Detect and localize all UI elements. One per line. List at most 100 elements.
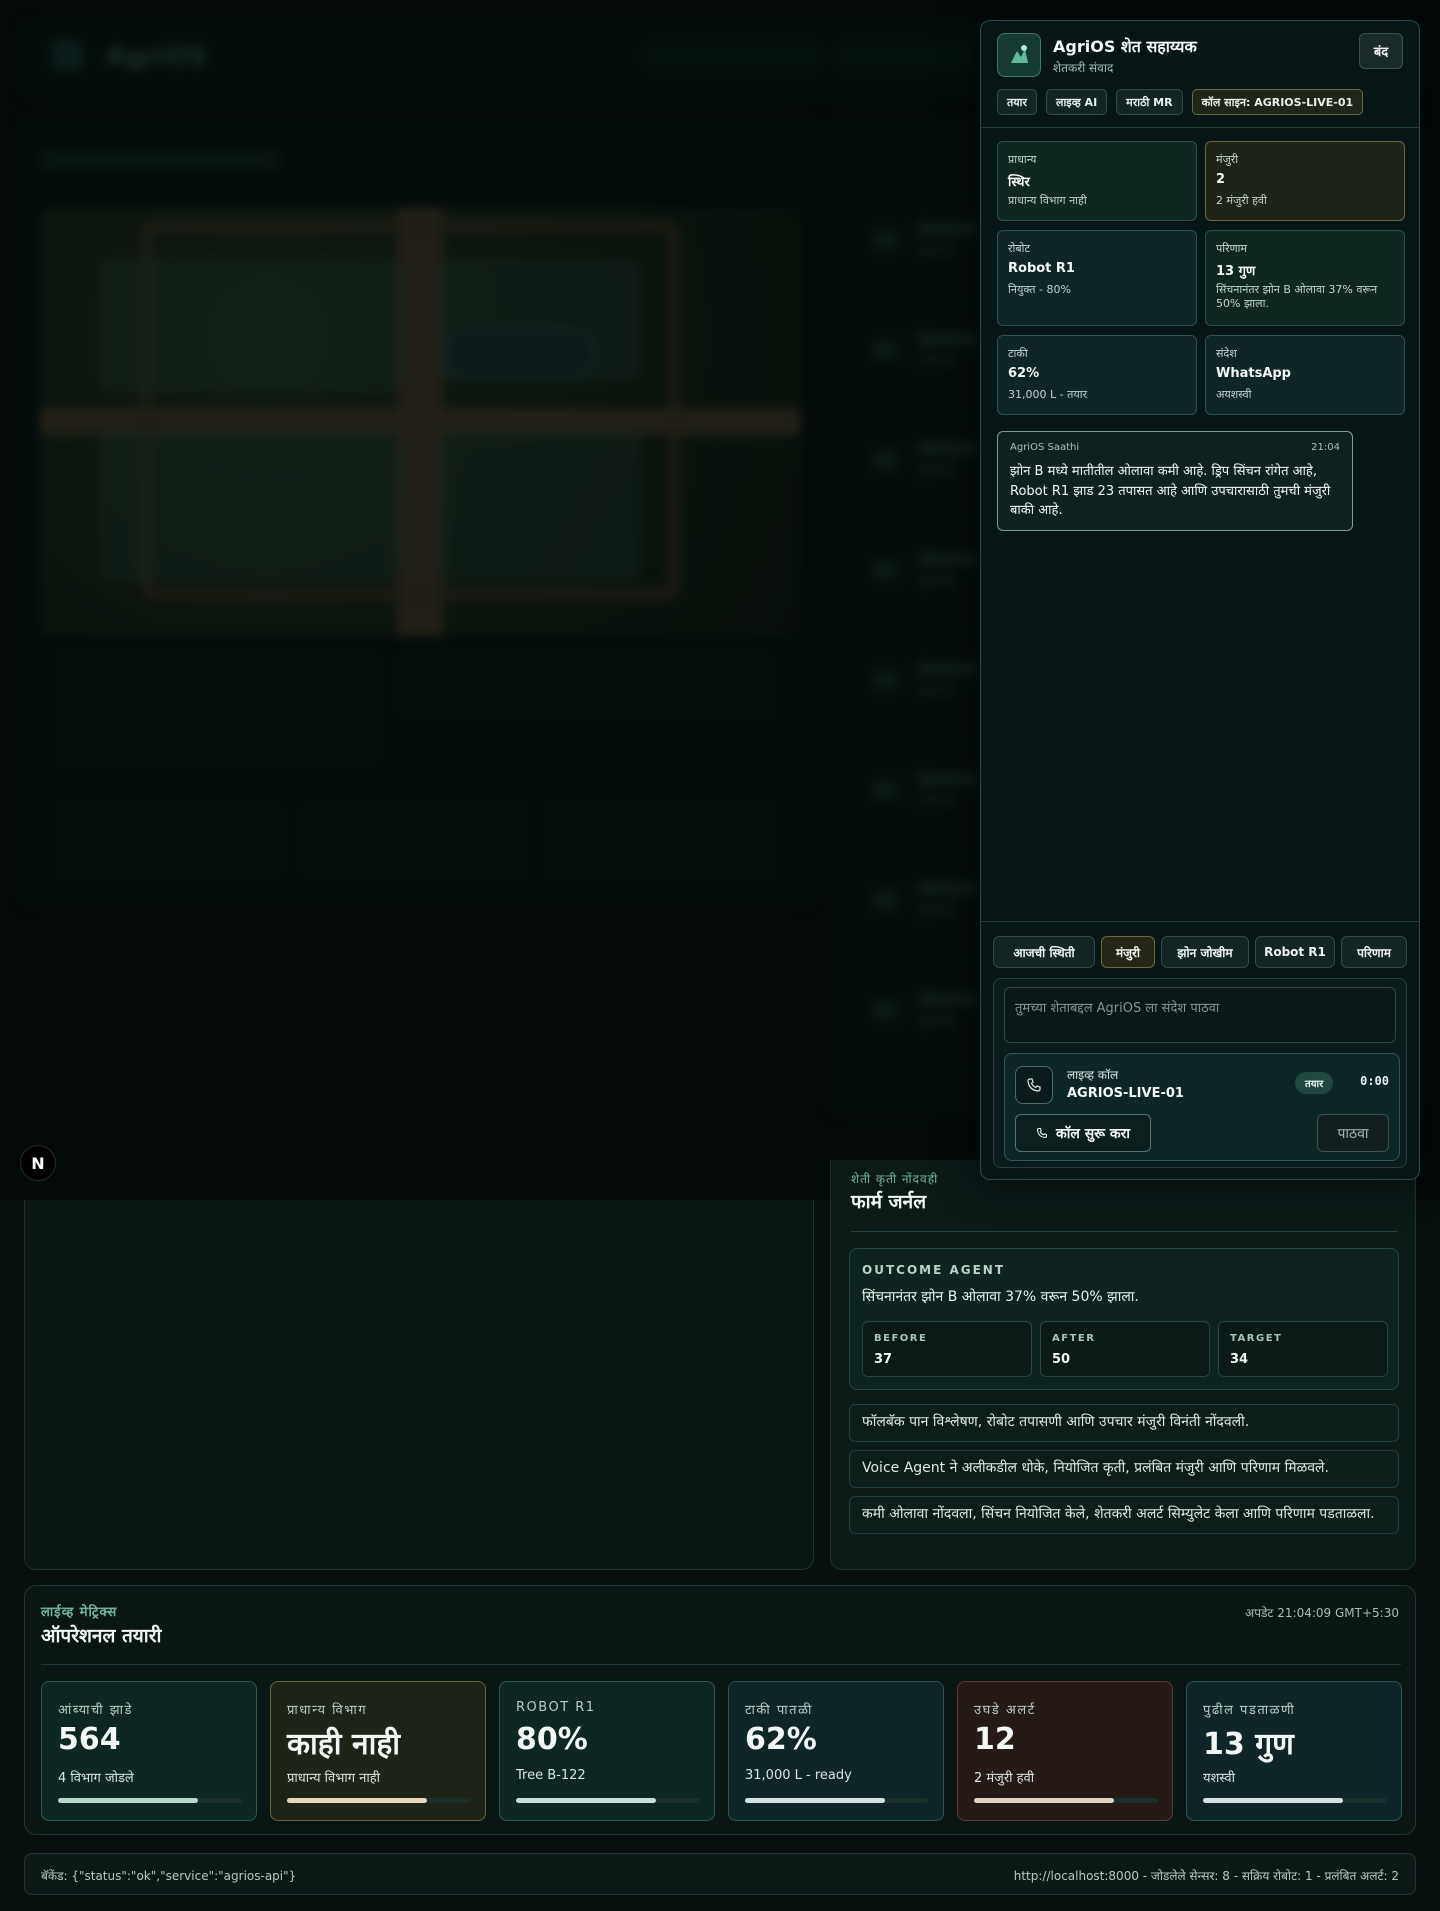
tile-sub: नियुक्त - 80%: [1008, 283, 1071, 296]
stat-progress-fill: [974, 1798, 1114, 1803]
tile-sub: प्राधान्य विभाग नाही: [1008, 194, 1087, 207]
status-tag: मराठी MR: [1116, 89, 1183, 115]
stat-progress-fill: [745, 1798, 885, 1803]
stat-progress: [287, 1798, 471, 1803]
approval-tile: मंजुरी 2 2 मंजुरी हवी: [1205, 141, 1405, 221]
call-label: लाइव्ह कॉल: [1067, 1068, 1119, 1082]
stat-sub: प्राधान्य विभाग नाही: [287, 1771, 381, 1786]
metrics-eyebrow: लाईव्ह मेट्रिक्स: [41, 1605, 118, 1620]
call-sign: AGRIOS-LIVE-01: [1067, 1086, 1184, 1101]
outcome-tile: परिणाम 13 गुण सिंचनानंतर झोन B ओलावा 37%…: [1205, 230, 1405, 326]
status-footer: बॅकेंड: {"status":"ok","service":"agrios…: [24, 1853, 1416, 1895]
map-panel-bottom: [24, 1200, 814, 1570]
tile-label: रोबोट: [1008, 242, 1031, 255]
metric-label: TARGET: [1230, 1333, 1283, 1344]
metric-label: BEFORE: [874, 1333, 928, 1344]
stat-sub: 4 विभाग जोडले: [58, 1771, 134, 1786]
metric-after: AFTER 50: [1040, 1321, 1210, 1377]
status-tag: तयार: [997, 89, 1037, 115]
tile-sub: 2 मंजुरी हवी: [1216, 194, 1267, 207]
tile-sub: सिंचनानंतर झोन B ओलावा 37% वरून 50% झाला…: [1216, 283, 1378, 311]
stat-label: आंब्याची झाडे: [58, 1703, 133, 1718]
stat-sub: यशस्वी: [1203, 1771, 1236, 1786]
call-sign-tag: कॉल साइन: AGRIOS-LIVE-01: [1191, 89, 1364, 115]
tile-sub: 31,000 L - तयार: [1008, 388, 1088, 401]
stat-card: ROBOT R1 80% Tree B-122: [499, 1681, 715, 1821]
start-call-button[interactable]: कॉल सुरू करा: [1015, 1114, 1151, 1152]
stat-progress-fill: [1203, 1798, 1343, 1803]
tile-label: टाकी: [1008, 347, 1028, 360]
stat-progress: [1203, 1798, 1387, 1803]
system-info: http://localhost:8000 - जोडलेले सेन्सर: …: [1013, 1869, 1399, 1883]
quick-action-robot[interactable]: Robot R1: [1255, 936, 1335, 968]
phone-icon: [1027, 1078, 1041, 1092]
stat-progress: [58, 1798, 242, 1803]
stat-progress-fill: [516, 1798, 656, 1803]
quick-action-today[interactable]: आजची स्थिती: [993, 936, 1095, 968]
journal-entry: Voice Agent ने अलीकडील धोके, नियोजित कृत…: [849, 1450, 1399, 1488]
metric-label: AFTER: [1052, 1333, 1096, 1344]
operational-readiness-panel: लाईव्ह मेट्रिक्स ऑपरेशनल तयारी अपडेट 21:…: [24, 1585, 1416, 1835]
tile-value: स्थिर: [1008, 175, 1030, 190]
quick-action-zone-risk[interactable]: झोन जोखीम: [1161, 936, 1249, 968]
close-button[interactable]: बंद: [1359, 33, 1403, 69]
journal-title: फार्म जर्नल: [851, 1191, 927, 1213]
message-time: 21:04: [1311, 442, 1340, 453]
tile-sub: अयशस्वी: [1216, 388, 1252, 401]
assistant-subtitle: शेतकरी संवाद: [1053, 61, 1114, 75]
stat-card: आंब्याची झाडे 564 4 विभाग जोडले: [41, 1681, 257, 1821]
stat-label: ROBOT R1: [516, 1700, 596, 1715]
phone-button[interactable]: [1015, 1066, 1053, 1104]
tile-value: 13 गुण: [1216, 264, 1256, 279]
status-tags: तयार लाइव्ह AI मराठी MR कॉल साइन: AGRIOS…: [997, 89, 1364, 115]
stat-progress-fill: [58, 1798, 198, 1803]
journal-eyebrow: शेती कृती नोंदवही: [851, 1172, 939, 1186]
tile-label: संदेश: [1216, 347, 1237, 360]
message-text: झोन B मध्ये मातीतील ओलावा कमी आहे. ड्रिप…: [1010, 464, 1331, 518]
stat-value: काही नाही: [287, 1727, 401, 1762]
tile-label: मंजुरी: [1216, 153, 1239, 166]
stat-label: प्राधान्य विभाग: [287, 1703, 368, 1718]
stat-value: 564: [58, 1722, 121, 1757]
assistant-avatar-icon: [997, 33, 1041, 77]
backend-status: बॅकेंड: {"status":"ok","service":"agrios…: [41, 1869, 297, 1883]
stat-value: 80%: [516, 1722, 588, 1757]
stat-label: टाकी पातळी: [745, 1703, 813, 1718]
stat-card: पुढील पडताळणी 13 गुण यशस्वी: [1186, 1681, 1402, 1821]
divider: [851, 1231, 1397, 1232]
send-button[interactable]: पाठवा: [1317, 1114, 1389, 1152]
phone-icon: [1036, 1127, 1047, 1139]
stat-value: 62%: [745, 1722, 817, 1757]
message-input[interactable]: [1004, 987, 1396, 1043]
live-call-box: लाइव्ह कॉल AGRIOS-LIVE-01 तयार 0:00 कॉल …: [1004, 1053, 1400, 1161]
framework-badge[interactable]: N: [20, 1145, 56, 1181]
start-call-label: कॉल सुरू करा: [1055, 1125, 1131, 1142]
stat-label: पुढील पडताळणी: [1203, 1703, 1296, 1718]
assistant-header: AgriOS शेत सहाय्यक शेतकरी संवाद बंद तयार…: [981, 21, 1419, 128]
stat-card: उघडे अलर्ट 12 2 मंजुरी हवी: [957, 1681, 1173, 1821]
farm-journal: शेती कृती नोंदवही फार्म जर्नल OUTCOME AG…: [830, 1160, 1416, 1570]
journal-entry: फॉलबॅक पान विश्लेषण, रोबोट तपासणी आणि उप…: [849, 1404, 1399, 1442]
message-sender: AgriOS Saathi: [1010, 442, 1080, 453]
stat-progress: [516, 1798, 700, 1803]
tank-tile: टाकी 62% 31,000 L - तयार: [997, 335, 1197, 415]
status-tag: लाइव्ह AI: [1046, 89, 1108, 115]
stat-label: उघडे अलर्ट: [974, 1703, 1036, 1718]
tile-value: 2: [1216, 172, 1226, 187]
outcome-agent-card: OUTCOME AGENT सिंचनानंतर झोन B ओलावा 37%…: [849, 1248, 1399, 1390]
stat-value: 12: [974, 1722, 1016, 1757]
tile-label: परिणाम: [1216, 242, 1247, 255]
composer: लाइव्ह कॉल AGRIOS-LIVE-01 तयार 0:00 कॉल …: [993, 978, 1407, 1168]
priority-tile: प्राधान्य स्थिर प्राधान्य विभाग नाही: [997, 141, 1197, 221]
quick-action-approval[interactable]: मंजुरी: [1101, 936, 1155, 968]
outcome-label: OUTCOME AGENT: [862, 1263, 1006, 1277]
quick-action-outcome[interactable]: परिणाम: [1341, 936, 1407, 968]
stat-progress: [974, 1798, 1158, 1803]
updated-timestamp: अपडेट 21:04:09 GMT+5:30: [1245, 1606, 1399, 1620]
metric-target: TARGET 34: [1218, 1321, 1388, 1377]
tile-value: Robot R1: [1008, 261, 1075, 276]
metric-value: 37: [874, 1352, 893, 1367]
farm-assistant-panel: AgriOS शेत सहाय्यक शेतकरी संवाद बंद तयार…: [980, 20, 1420, 1180]
stat-value: 13 गुण: [1203, 1727, 1294, 1762]
stat-card: टाकी पातळी 62% 31,000 L - ready: [728, 1681, 944, 1821]
